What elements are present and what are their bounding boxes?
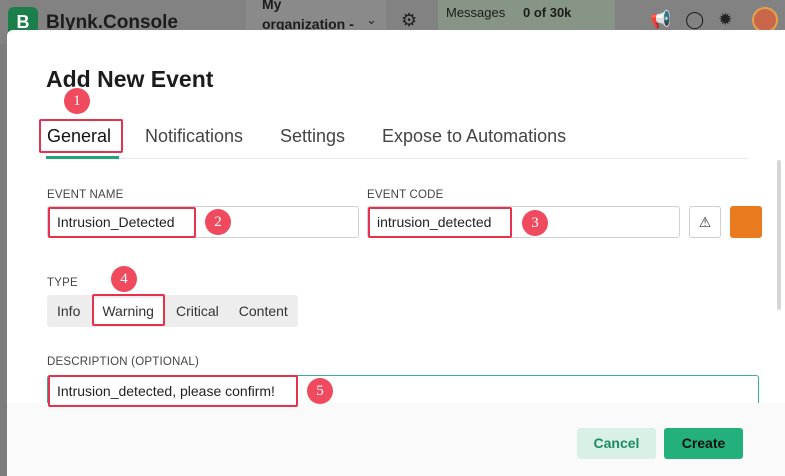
chevron-down-icon: ⌄: [366, 12, 377, 27]
tab-general[interactable]: General: [47, 126, 111, 147]
scrollbar[interactable]: [777, 160, 781, 310]
warning-icon-button[interactable]: ⚠: [689, 206, 721, 238]
type-selector: Info Warning Critical Content: [47, 295, 298, 327]
warning-triangle-icon: ⚠: [698, 214, 712, 230]
step-marker-1: 1: [64, 88, 90, 114]
tab-settings[interactable]: Settings: [280, 126, 345, 147]
tab-expose-to-automations[interactable]: Expose to Automations: [382, 126, 566, 147]
help-icon[interactable]: ◯: [685, 10, 704, 30]
event-color-picker[interactable]: [730, 206, 762, 238]
tab-bar: General Notifications Settings Expose to…: [46, 122, 748, 159]
cancel-button[interactable]: Cancel: [577, 428, 656, 459]
type-option-info[interactable]: Info: [47, 295, 90, 327]
event-name-label: EVENT NAME: [47, 189, 124, 201]
tab-notifications[interactable]: Notifications: [145, 126, 243, 147]
gear-icon[interactable]: ⚙: [401, 10, 417, 31]
header-icons: 📢 ◯ ✹: [650, 10, 732, 30]
type-option-content[interactable]: Content: [229, 295, 298, 327]
bug-icon[interactable]: ✹: [718, 10, 732, 30]
messages-count: 0 of 30k: [523, 5, 572, 20]
step-marker-3: 3: [522, 210, 548, 236]
event-code-label: EVENT CODE: [367, 189, 444, 201]
megaphone-icon[interactable]: 📢: [650, 10, 671, 30]
type-option-critical[interactable]: Critical: [166, 295, 229, 327]
create-button[interactable]: Create: [664, 428, 743, 459]
event-name-input[interactable]: Intrusion_Detected: [47, 206, 359, 238]
active-tab-indicator: [46, 156, 119, 159]
description-label: DESCRIPTION (OPTIONAL): [47, 356, 199, 368]
step-marker-4: 4: [111, 266, 137, 292]
step-marker-2: 2: [205, 209, 231, 235]
type-option-warning[interactable]: Warning: [92, 298, 164, 324]
add-event-modal: Add New Event General Notifications Sett…: [7, 30, 785, 476]
messages-label: Messages: [446, 5, 506, 20]
type-label: TYPE: [47, 277, 78, 289]
step-marker-5: 5: [307, 378, 333, 404]
modal-footer: Cancel Create: [7, 403, 785, 476]
